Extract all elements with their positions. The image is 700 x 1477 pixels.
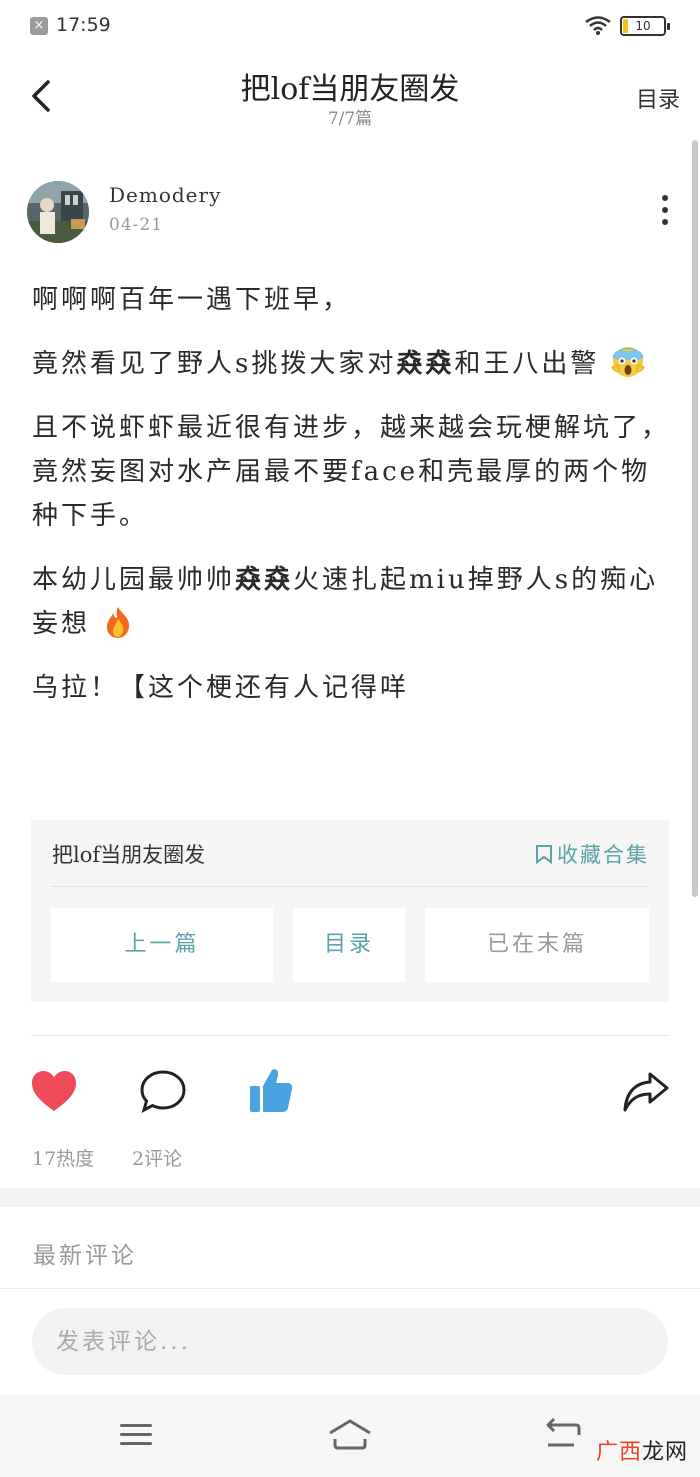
paragraph-text: 竟然看见了野人s挑拨大家对	[32, 349, 397, 379]
watermark-part: 龙网	[641, 1440, 688, 1465]
more-options-button[interactable]	[655, 195, 675, 231]
menu-icon[interactable]	[118, 1417, 154, 1451]
paragraph: 乌拉！【这个梗还有人记得咩	[32, 673, 410, 703]
comment-icon[interactable]	[138, 1068, 188, 1116]
page-title: 把lof当朋友圈发	[240, 72, 460, 107]
watermark: 广西龙网	[596, 1434, 688, 1466]
fire-emoji-icon	[107, 607, 130, 638]
heat-count[interactable]: 17热度	[32, 1144, 94, 1171]
paragraph: 且不说虾虾最近很有进步，越来越会玩梗解坑了，竟然妄图对水产届最不要face和壳最…	[32, 413, 671, 531]
share-icon[interactable]	[622, 1070, 670, 1114]
back-button[interactable]	[22, 74, 62, 118]
paragraph: 竟然看见了野人s挑拨大家对猋猋和王八出警	[32, 342, 672, 386]
last-chapter-label: 已在末篇	[425, 908, 649, 982]
status-bar: × 17:59 10	[0, 0, 700, 52]
scrollbar[interactable]	[692, 140, 698, 897]
latest-comments-heading: 最新评论	[33, 1243, 137, 1269]
back-nav-icon[interactable]	[544, 1417, 582, 1451]
prev-chapter-button[interactable]: 上一篇	[51, 908, 273, 982]
scream-emoji-icon	[610, 347, 645, 377]
bold-name: 猋猋	[396, 349, 455, 379]
chapter-counter: 7/7篇	[327, 109, 373, 129]
article-body: 啊啊啊百年一遇下班早， 竟然看见了野人s挑拨大家对猋猋和王八出警 且不说虾虾最近…	[32, 278, 672, 730]
author-name[interactable]: Demodery	[109, 183, 221, 207]
divider	[31, 1035, 669, 1036]
notification-close-icon: ×	[30, 17, 48, 35]
paragraph-text: 和王八出警	[454, 349, 600, 379]
heart-icon[interactable]	[30, 1068, 78, 1114]
divider	[0, 1288, 700, 1289]
more-dot-icon	[662, 207, 668, 213]
collection-card: 把lof当朋友圈发 收藏合集 上一篇 目录 已在末篇	[31, 820, 669, 1002]
comment-input[interactable]	[32, 1308, 668, 1375]
wifi-icon	[585, 16, 611, 35]
battery-level: 10	[635, 19, 651, 33]
watermark-part: 广西	[595, 1440, 642, 1465]
battery-icon: 10	[620, 16, 670, 36]
divider	[51, 886, 649, 887]
status-time: 17:59	[56, 14, 111, 36]
more-dot-icon	[662, 219, 668, 225]
comment-count[interactable]: 2评论	[132, 1144, 182, 1171]
bold-name: 猋猋	[235, 565, 294, 595]
thumbs-up-icon[interactable]	[248, 1066, 294, 1114]
nav-header: 把lof当朋友圈发 7/7篇 目录	[0, 52, 700, 140]
paragraph: 本幼儿园最帅帅猋猋火速扎起miu掉野人s的痴心妄想	[32, 558, 672, 646]
toc-button[interactable]: 目录	[293, 908, 405, 982]
section-separator	[0, 1188, 700, 1207]
avatar-image	[27, 181, 89, 243]
favorite-collection-button[interactable]: 收藏合集	[535, 839, 649, 869]
paragraph-text: 本幼儿园最帅帅	[32, 565, 236, 595]
favorite-collection-label: 收藏合集	[557, 843, 649, 867]
paragraph: 啊啊啊百年一遇下班早，	[32, 285, 352, 315]
more-dot-icon	[662, 195, 668, 201]
home-icon[interactable]	[326, 1417, 374, 1451]
post-date: 04-21	[109, 215, 164, 235]
chevron-left-icon	[32, 80, 50, 112]
collection-title[interactable]: 把lof当朋友圈发	[52, 839, 205, 869]
toc-link[interactable]: 目录	[636, 82, 680, 114]
bookmark-icon	[536, 845, 552, 864]
avatar[interactable]	[27, 181, 89, 243]
